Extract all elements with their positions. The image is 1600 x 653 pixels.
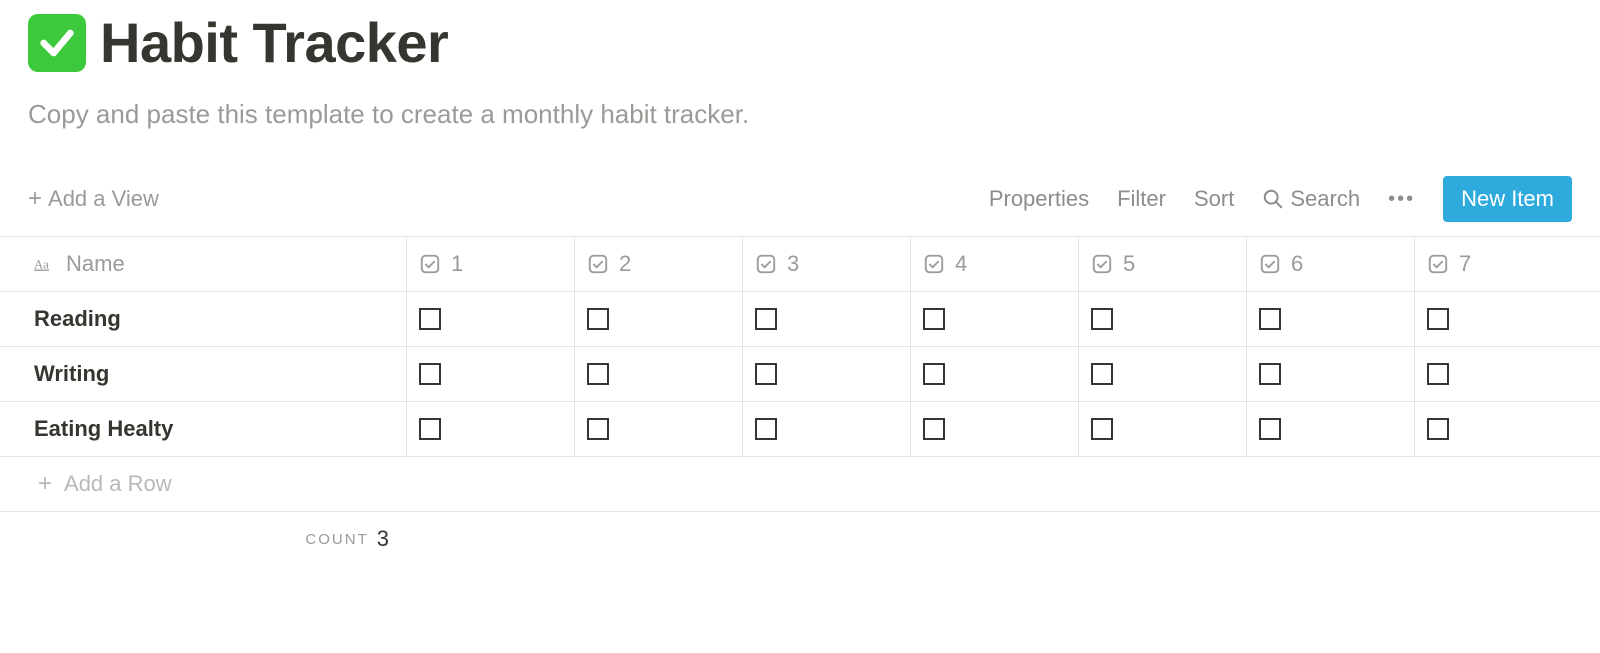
plus-icon: + <box>38 472 52 496</box>
add-row-button[interactable]: + Add a Row <box>0 457 1600 512</box>
day-column-label: 3 <box>787 251 799 277</box>
table-row[interactable]: Reading <box>0 292 1600 347</box>
checkbox-cell[interactable] <box>911 292 1079 346</box>
checkbox-cell[interactable] <box>743 347 911 401</box>
checkbox-icon <box>587 418 609 440</box>
checkbox-icon <box>1427 418 1449 440</box>
table-row[interactable]: Writing <box>0 347 1600 402</box>
day-column-label: 7 <box>1459 251 1471 277</box>
day-column-label: 2 <box>619 251 631 277</box>
checkbox-cell[interactable] <box>1079 347 1247 401</box>
more-options-button[interactable]: ••• <box>1388 188 1415 211</box>
search-button[interactable]: Search <box>1262 186 1360 212</box>
filter-button[interactable]: Filter <box>1117 186 1166 212</box>
checkbox-icon <box>419 363 441 385</box>
plus-icon: + <box>28 187 42 211</box>
page-subtitle[interactable]: Copy and paste this template to create a… <box>28 99 1572 130</box>
checkbox-icon <box>1091 418 1113 440</box>
row-name-cell[interactable]: Eating Healty <box>0 402 407 456</box>
properties-button[interactable]: Properties <box>989 186 1089 212</box>
new-item-button[interactable]: New Item <box>1443 176 1572 222</box>
day-column-label: 4 <box>955 251 967 277</box>
add-row-label: Add a Row <box>64 471 172 497</box>
table-footer: COUNT 3 <box>0 512 1600 566</box>
checkbox-cell[interactable] <box>1079 292 1247 346</box>
table-toolbar: + Add a View Properties Filter Sort Sear… <box>28 170 1572 236</box>
checkbox-icon <box>419 308 441 330</box>
checkbox-property-icon <box>1259 253 1281 275</box>
checkbox-cell[interactable] <box>911 347 1079 401</box>
day-column-label: 1 <box>451 251 463 277</box>
count-label: COUNT <box>305 531 368 548</box>
checkbox-icon <box>755 363 777 385</box>
checkbox-icon <box>1259 418 1281 440</box>
column-header-3[interactable]: 3 <box>743 237 911 291</box>
checkbox-property-icon <box>923 253 945 275</box>
checkbox-icon <box>1091 363 1113 385</box>
checkbox-icon <box>587 363 609 385</box>
text-property-icon: Aa <box>34 253 56 275</box>
checkbox-cell[interactable] <box>407 402 575 456</box>
name-column-label: Name <box>66 251 125 277</box>
checkbox-cell[interactable] <box>575 402 743 456</box>
row-name-cell[interactable]: Writing <box>0 347 407 401</box>
checkbox-icon <box>755 418 777 440</box>
checkbox-cell[interactable] <box>575 347 743 401</box>
checkbox-property-icon <box>419 253 441 275</box>
checkbox-icon <box>587 308 609 330</box>
day-column-label: 6 <box>1291 251 1303 277</box>
checkbox-cell[interactable] <box>1415 347 1583 401</box>
checkbox-icon <box>1427 308 1449 330</box>
count-summary[interactable]: COUNT 3 <box>0 526 407 552</box>
svg-text:Aa: Aa <box>34 258 49 272</box>
checkbox-property-icon <box>755 253 777 275</box>
checkbox-cell[interactable] <box>1247 347 1415 401</box>
column-header-6[interactable]: 6 <box>1247 237 1415 291</box>
checkbox-icon <box>923 418 945 440</box>
row-name-cell[interactable]: Reading <box>0 292 407 346</box>
checkbox-cell[interactable] <box>407 347 575 401</box>
column-header-name[interactable]: Aa Name <box>0 237 407 291</box>
habit-table: Aa Name 1 2 <box>0 236 1600 457</box>
search-icon <box>1262 188 1284 210</box>
page-icon-checkmark[interactable] <box>28 14 86 72</box>
table-row[interactable]: Eating Healty <box>0 402 1600 457</box>
checkbox-property-icon <box>587 253 609 275</box>
checkmark-icon <box>37 23 77 63</box>
checkbox-cell[interactable] <box>1247 292 1415 346</box>
column-header-4[interactable]: 4 <box>911 237 1079 291</box>
checkbox-cell[interactable] <box>911 402 1079 456</box>
checkbox-icon <box>419 418 441 440</box>
checkbox-cell[interactable] <box>743 292 911 346</box>
add-view-label: Add a View <box>48 186 159 212</box>
checkbox-cell[interactable] <box>575 292 743 346</box>
page-title[interactable]: Habit Tracker <box>100 10 448 75</box>
checkbox-cell[interactable] <box>1415 402 1583 456</box>
checkbox-icon <box>923 308 945 330</box>
checkbox-icon <box>1259 308 1281 330</box>
search-label: Search <box>1290 186 1360 212</box>
column-header-7[interactable]: 7 <box>1415 237 1583 291</box>
checkbox-cell[interactable] <box>1415 292 1583 346</box>
checkbox-cell[interactable] <box>743 402 911 456</box>
checkbox-icon <box>1259 363 1281 385</box>
add-view-button[interactable]: + Add a View <box>28 186 159 212</box>
table-header-row: Aa Name 1 2 <box>0 237 1600 292</box>
checkbox-cell[interactable] <box>1079 402 1247 456</box>
count-value: 3 <box>377 526 389 552</box>
column-header-5[interactable]: 5 <box>1079 237 1247 291</box>
checkbox-cell[interactable] <box>1247 402 1415 456</box>
checkbox-icon <box>1091 308 1113 330</box>
day-column-label: 5 <box>1123 251 1135 277</box>
checkbox-property-icon <box>1427 253 1449 275</box>
checkbox-cell[interactable] <box>407 292 575 346</box>
column-header-2[interactable]: 2 <box>575 237 743 291</box>
column-header-1[interactable]: 1 <box>407 237 575 291</box>
checkbox-icon <box>755 308 777 330</box>
page-header: Habit Tracker <box>28 0 1572 75</box>
checkbox-icon <box>923 363 945 385</box>
checkbox-property-icon <box>1091 253 1113 275</box>
checkbox-icon <box>1427 363 1449 385</box>
sort-button[interactable]: Sort <box>1194 186 1234 212</box>
